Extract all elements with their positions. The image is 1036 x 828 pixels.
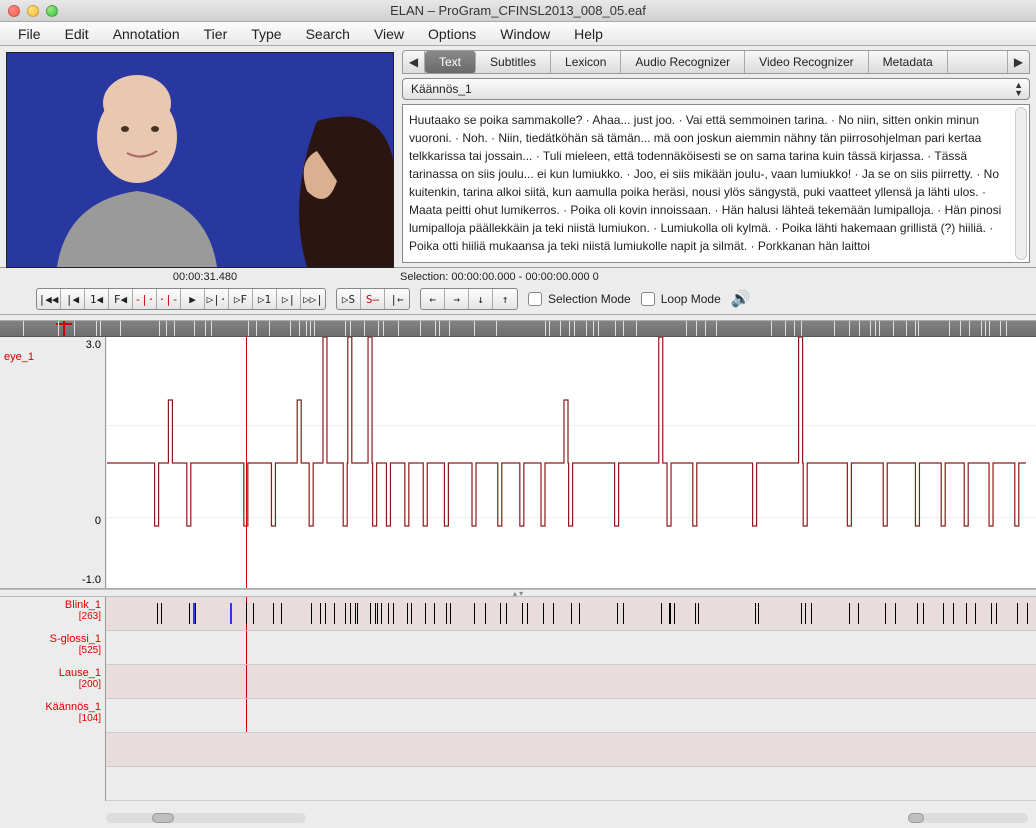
next-frame-button[interactable]: ▷1	[253, 289, 277, 309]
horizontal-scrollbar[interactable]	[908, 813, 1028, 823]
tab-next-button[interactable]: ▶	[1007, 51, 1029, 73]
splitter-handle[interactable]: ▴ ▾	[0, 589, 1036, 597]
clear-selection-button[interactable]: |←	[385, 289, 409, 309]
video-panel	[0, 46, 400, 267]
yaxis-zero: 0	[95, 515, 101, 527]
tab-text[interactable]: Text	[425, 51, 476, 73]
sel-left-button[interactable]: ←	[421, 289, 445, 309]
tab-video-recognizer[interactable]: Video Recognizer	[745, 51, 869, 73]
window-title: ELAN – ProGram_CFINSL2013_008_05.eaf	[0, 3, 1036, 18]
menu-edit[interactable]: Edit	[53, 23, 101, 45]
menu-bar: File Edit Annotation Tier Type Search Vi…	[0, 22, 1036, 46]
vertical-scrollbar[interactable]	[1015, 107, 1027, 260]
tier-label-blink[interactable]: Blink_1[263]	[0, 597, 106, 631]
tier-select-value: Käännös_1	[411, 82, 472, 96]
next-marker-button[interactable]: ▷F	[229, 289, 253, 309]
annotation-tiers: Blink_1[263] S-glossi_1[525] Lause_1[200…	[0, 597, 1036, 809]
transport-controls: |◀◀ |◀ 1◀ F◀ -|· ·|- ▶ ▷|· ▷F ▷1 ▷| ▷▷| …	[0, 286, 1036, 315]
play-around-button[interactable]: S̶	[361, 289, 385, 309]
menu-search[interactable]: Search	[294, 23, 362, 45]
play-selection-button[interactable]: ▷S	[337, 289, 361, 309]
goto-begin-button[interactable]: |◀◀	[37, 289, 61, 309]
horizontal-scrollbar-thumb[interactable]	[908, 813, 924, 823]
tab-audio-recognizer[interactable]: Audio Recognizer	[621, 51, 745, 73]
window-titlebar: ELAN – ProGram_CFINSL2013_008_05.eaf	[0, 0, 1036, 22]
wave-tier-label: eye_1	[4, 351, 34, 363]
waveform-panel: 3.0 0 -1.0 eye_1	[0, 337, 1036, 589]
yaxis-max: 3.0	[86, 339, 101, 351]
volume-icon[interactable]: 🔊	[731, 289, 751, 309]
tab-subtitles[interactable]: Subtitles	[476, 51, 551, 73]
menu-options[interactable]: Options	[416, 23, 488, 45]
tab-lexicon[interactable]: Lexicon	[551, 51, 621, 73]
loop-mode-checkbox[interactable]: Loop Mode	[641, 292, 721, 306]
step-back-button[interactable]: -|·	[133, 289, 157, 309]
tab-prev-button[interactable]: ◀	[403, 51, 425, 73]
tier-label-sglossi[interactable]: S-glossi_1[525]	[0, 631, 106, 665]
menu-type[interactable]: Type	[239, 23, 293, 45]
zoom-slider-thumb[interactable]	[152, 813, 174, 823]
tier-track-sglossi[interactable]	[106, 631, 1036, 665]
updown-icon: ▲▼	[1014, 81, 1023, 97]
tab-metadata[interactable]: Metadata	[869, 51, 948, 73]
transcript-view[interactable]: Huutaako se poika sammakolle? · Ahaa... …	[402, 104, 1030, 263]
zoom-slider-track[interactable]	[106, 813, 306, 823]
video-viewer[interactable]	[6, 52, 394, 268]
menu-window[interactable]: Window	[488, 23, 562, 45]
tier-label-kaannos[interactable]: Käännös_1[104]	[0, 699, 106, 733]
next-pixel-button[interactable]: ▷|·	[205, 289, 229, 309]
prev-scroll-button[interactable]: |◀	[61, 289, 85, 309]
bottom-scroll-area	[0, 809, 1036, 827]
sel-down-button[interactable]: ↓	[469, 289, 493, 309]
play-button[interactable]: ▶	[181, 289, 205, 309]
tier-label-lause[interactable]: Lause_1[200]	[0, 665, 106, 699]
menu-annotation[interactable]: Annotation	[101, 23, 192, 45]
tier-select[interactable]: Käännös_1 ▲▼	[402, 78, 1030, 100]
prev-marker-button[interactable]: F◀	[109, 289, 133, 309]
selection-info: Selection: 00:00:00.000 - 00:00:00.000 0	[400, 271, 599, 283]
selection-mode-checkbox[interactable]: Selection Mode	[528, 292, 631, 306]
tier-track-kaannos[interactable]	[106, 699, 1036, 733]
goto-end-button[interactable]: ▷▷|	[301, 289, 325, 309]
next-scroll-button[interactable]: ▷|	[277, 289, 301, 309]
density-ruler[interactable]	[0, 321, 1036, 337]
sel-right-button[interactable]: →	[445, 289, 469, 309]
tier-track-lause[interactable]	[106, 665, 1036, 699]
tier-track-blink[interactable]	[106, 597, 1036, 631]
menu-tier[interactable]: Tier	[192, 23, 240, 45]
menu-file[interactable]: File	[6, 23, 53, 45]
menu-view[interactable]: View	[362, 23, 416, 45]
current-time: 00:00:31.480	[10, 271, 400, 283]
transcript-text: Huutaako se poika sammakolle? · Ahaa... …	[409, 113, 1001, 253]
yaxis-min: -1.0	[82, 574, 101, 586]
waveform-view[interactable]	[106, 337, 1036, 588]
playhead-cursor[interactable]	[246, 337, 247, 588]
step-fwd-button[interactable]: ·|-	[157, 289, 181, 309]
viewer-tabs: ◀ Text Subtitles Lexicon Audio Recognize…	[402, 50, 1030, 74]
prev-frame-button[interactable]: 1◀	[85, 289, 109, 309]
menu-help[interactable]: Help	[562, 23, 615, 45]
sel-up-button[interactable]: ↑	[493, 289, 517, 309]
